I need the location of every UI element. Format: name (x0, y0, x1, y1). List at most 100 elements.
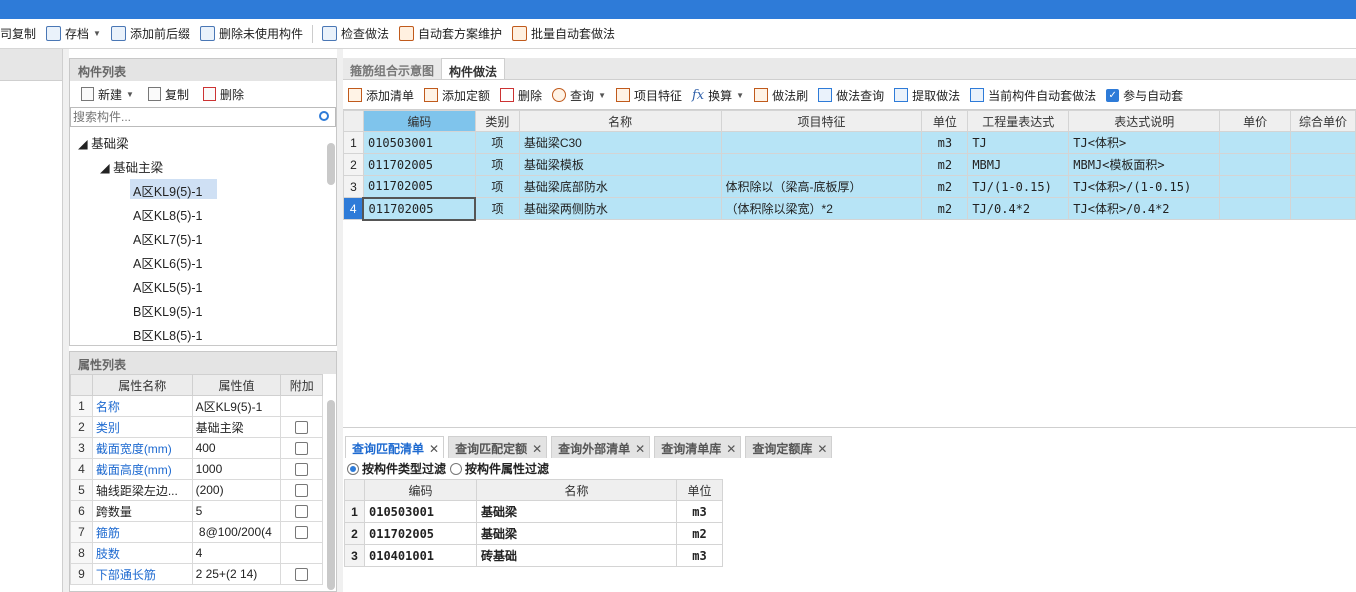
unit-cell[interactable]: m2 (921, 175, 969, 198)
name-cell[interactable]: 基础梁C30 (518, 131, 722, 154)
unit-cell[interactable]: m3 (921, 131, 969, 154)
add-list-button[interactable]: 添加清单 (343, 87, 419, 104)
table-row[interactable]: 1 010503001 基础梁 m3 (344, 500, 723, 523)
auto-scheme-button[interactable]: 自动套方案维护 (394, 22, 507, 46)
property-row[interactable]: 9 下部通长筋 2 25+(2 14) (70, 563, 323, 585)
tab-component-method[interactable]: 构件做法 (441, 58, 506, 79)
property-value[interactable]: 4 (191, 542, 282, 564)
property-value[interactable]: 5 (191, 500, 282, 522)
column-header[interactable]: 编码 (362, 110, 476, 132)
code-cell[interactable]: 011702005 (362, 175, 476, 198)
participate-auto-checkbox[interactable]: ✓ 参与自动套 (1101, 87, 1188, 104)
query-tab[interactable]: 查询匹配定额 ✕ (448, 436, 548, 458)
column-header[interactable]: 名称 (476, 479, 677, 501)
table-row[interactable]: 1 010503001 项基础梁C30 m3 TJ TJ<体积> (343, 131, 1356, 154)
delete-component-button[interactable]: 删除 (196, 86, 251, 103)
feature-cell[interactable] (720, 153, 923, 176)
tree-item[interactable]: B区KL8(5)-1 (133, 325, 202, 343)
tree-node-child[interactable]: ◢ 基础主梁 (100, 157, 163, 176)
property-value[interactable]: 基础主梁 (191, 416, 282, 438)
query-tab[interactable]: 查询定额库 ✕ (745, 436, 833, 458)
check-method-button[interactable]: 检查做法 (317, 22, 394, 46)
property-value[interactable]: 2 25+(2 14) (191, 563, 282, 585)
auto-current-button[interactable]: 当前构件自动套做法 (965, 87, 1101, 104)
unit-cell[interactable]: m2 (676, 522, 723, 545)
feature-cell[interactable]: （体积除以梁宽）*2 (720, 197, 923, 220)
unit-cell[interactable]: m2 (921, 197, 969, 220)
expression-cell[interactable]: TJ (967, 131, 1070, 154)
attach-checkbox[interactable] (295, 568, 309, 582)
column-header[interactable]: 单位 (921, 110, 969, 132)
feature-cell[interactable]: 体积除以（梁高-底板厚） (720, 175, 923, 198)
code-cell[interactable]: 010503001 (362, 131, 476, 154)
property-value[interactable]: 400 (191, 437, 282, 459)
property-row[interactable]: 5 轴线距梁左边... (200) (70, 479, 323, 501)
close-icon[interactable]: ✕ (726, 442, 736, 456)
tree-item[interactable]: A区KL8(5)-1 (133, 205, 202, 224)
query-tab[interactable]: 查询外部清单 ✕ (551, 436, 651, 458)
unit-cell[interactable]: m3 (676, 500, 723, 523)
code-cell[interactable]: 011702005 (364, 522, 477, 545)
attach-checkbox[interactable] (295, 442, 309, 456)
row-index[interactable]: 1 (343, 131, 364, 154)
column-header[interactable]: 工程量表达式 (967, 110, 1070, 132)
total-price-cell[interactable] (1290, 175, 1356, 198)
expression-desc-cell[interactable]: TJ<体积>/(1-0.15) (1068, 175, 1221, 198)
project-feature-button[interactable]: 项目特征 (611, 87, 687, 104)
feature-cell[interactable] (720, 131, 923, 154)
name-cell[interactable]: 基础梁 (476, 500, 677, 523)
property-row[interactable]: 6 跨数量 5 (70, 500, 323, 522)
code-cell[interactable]: 011702005 (362, 153, 476, 176)
property-value[interactable]: 8@100/200(4 (191, 521, 282, 543)
copy-component-button[interactable]: 复制 (141, 86, 196, 103)
table-row[interactable]: 2 011702005 项基础梁模板 m2 MBMJ MBMJ<模板面积> (343, 153, 1356, 176)
method-brush-button[interactable]: 做法刷 (749, 87, 813, 104)
expression-cell[interactable]: TJ/(1-0.15) (967, 175, 1070, 198)
column-header[interactable]: 单价 (1219, 110, 1292, 132)
tree-item[interactable]: A区KL9(5)-1 (130, 179, 217, 199)
unit-cell[interactable]: m3 (676, 544, 723, 567)
filter-attribute-radio[interactable]: 按构件属性过滤 (450, 460, 549, 477)
property-value[interactable]: 1000 (191, 458, 282, 480)
name-cell[interactable]: 基础梁模板 (518, 153, 722, 176)
table-row[interactable]: 4 011702005 项基础梁两侧防水 （体积除以梁宽）*2 m2 TJ/0.4*2 TJ… (343, 196, 1356, 221)
type-cell[interactable]: 项 (474, 197, 520, 220)
code-cell[interactable]: 010401001 (364, 544, 477, 567)
code-cell[interactable]: 011702005 (362, 196, 477, 221)
attach-checkbox[interactable] (295, 421, 309, 435)
property-row[interactable]: 4 截面高度(mm) 1000 (70, 458, 323, 480)
close-icon[interactable]: ✕ (429, 442, 439, 456)
extract-method-button[interactable]: 提取做法 (889, 87, 965, 104)
property-value[interactable]: A区KL9(5)-1 (191, 395, 282, 417)
delete-unused-button[interactable]: 删除未使用构件 (195, 22, 308, 46)
attach-checkbox[interactable] (295, 484, 309, 498)
total-price-cell[interactable] (1290, 197, 1356, 220)
close-icon[interactable]: ✕ (635, 442, 645, 456)
tree-node-root[interactable]: ◢ 基础梁 (78, 133, 129, 152)
expression-cell[interactable]: MBMJ (967, 153, 1070, 176)
tab-stirrup-diagram[interactable]: 箍筋组合示意图 (343, 58, 441, 79)
property-value[interactable]: (200) (191, 479, 282, 501)
component-search-input[interactable] (71, 108, 311, 126)
code-cell[interactable]: 010503001 (364, 500, 477, 523)
column-header[interactable]: 综合单价 (1290, 110, 1356, 132)
method-query-button[interactable]: 做法查询 (813, 87, 889, 104)
price-cell[interactable] (1219, 175, 1292, 198)
name-cell[interactable]: 基础梁底部防水 (518, 175, 722, 198)
add-quota-button[interactable]: 添加定额 (419, 87, 495, 104)
attach-checkbox[interactable] (295, 526, 309, 540)
convert-button[interactable]: fx 换算 ▼ (687, 87, 749, 104)
query-tab[interactable]: 查询匹配清单 ✕ (345, 436, 445, 458)
attach-checkbox[interactable] (295, 463, 309, 477)
property-scrollbar[interactable] (327, 400, 335, 590)
row-index[interactable]: 4 (343, 197, 364, 220)
name-cell[interactable]: 砖基础 (476, 544, 677, 567)
attach-checkbox[interactable] (295, 505, 309, 519)
close-icon[interactable]: ✕ (817, 442, 827, 456)
type-cell[interactable]: 项 (474, 153, 520, 176)
property-row[interactable]: 7 箍筋 8@100/200(4 (70, 521, 323, 543)
property-row[interactable]: 8 肢数 4 (70, 542, 323, 564)
expression-desc-cell[interactable]: TJ<体积>/0.4*2 (1068, 197, 1221, 220)
property-row[interactable]: 2 类别 基础主梁 (70, 416, 323, 438)
name-cell[interactable]: 基础梁 (476, 522, 677, 545)
